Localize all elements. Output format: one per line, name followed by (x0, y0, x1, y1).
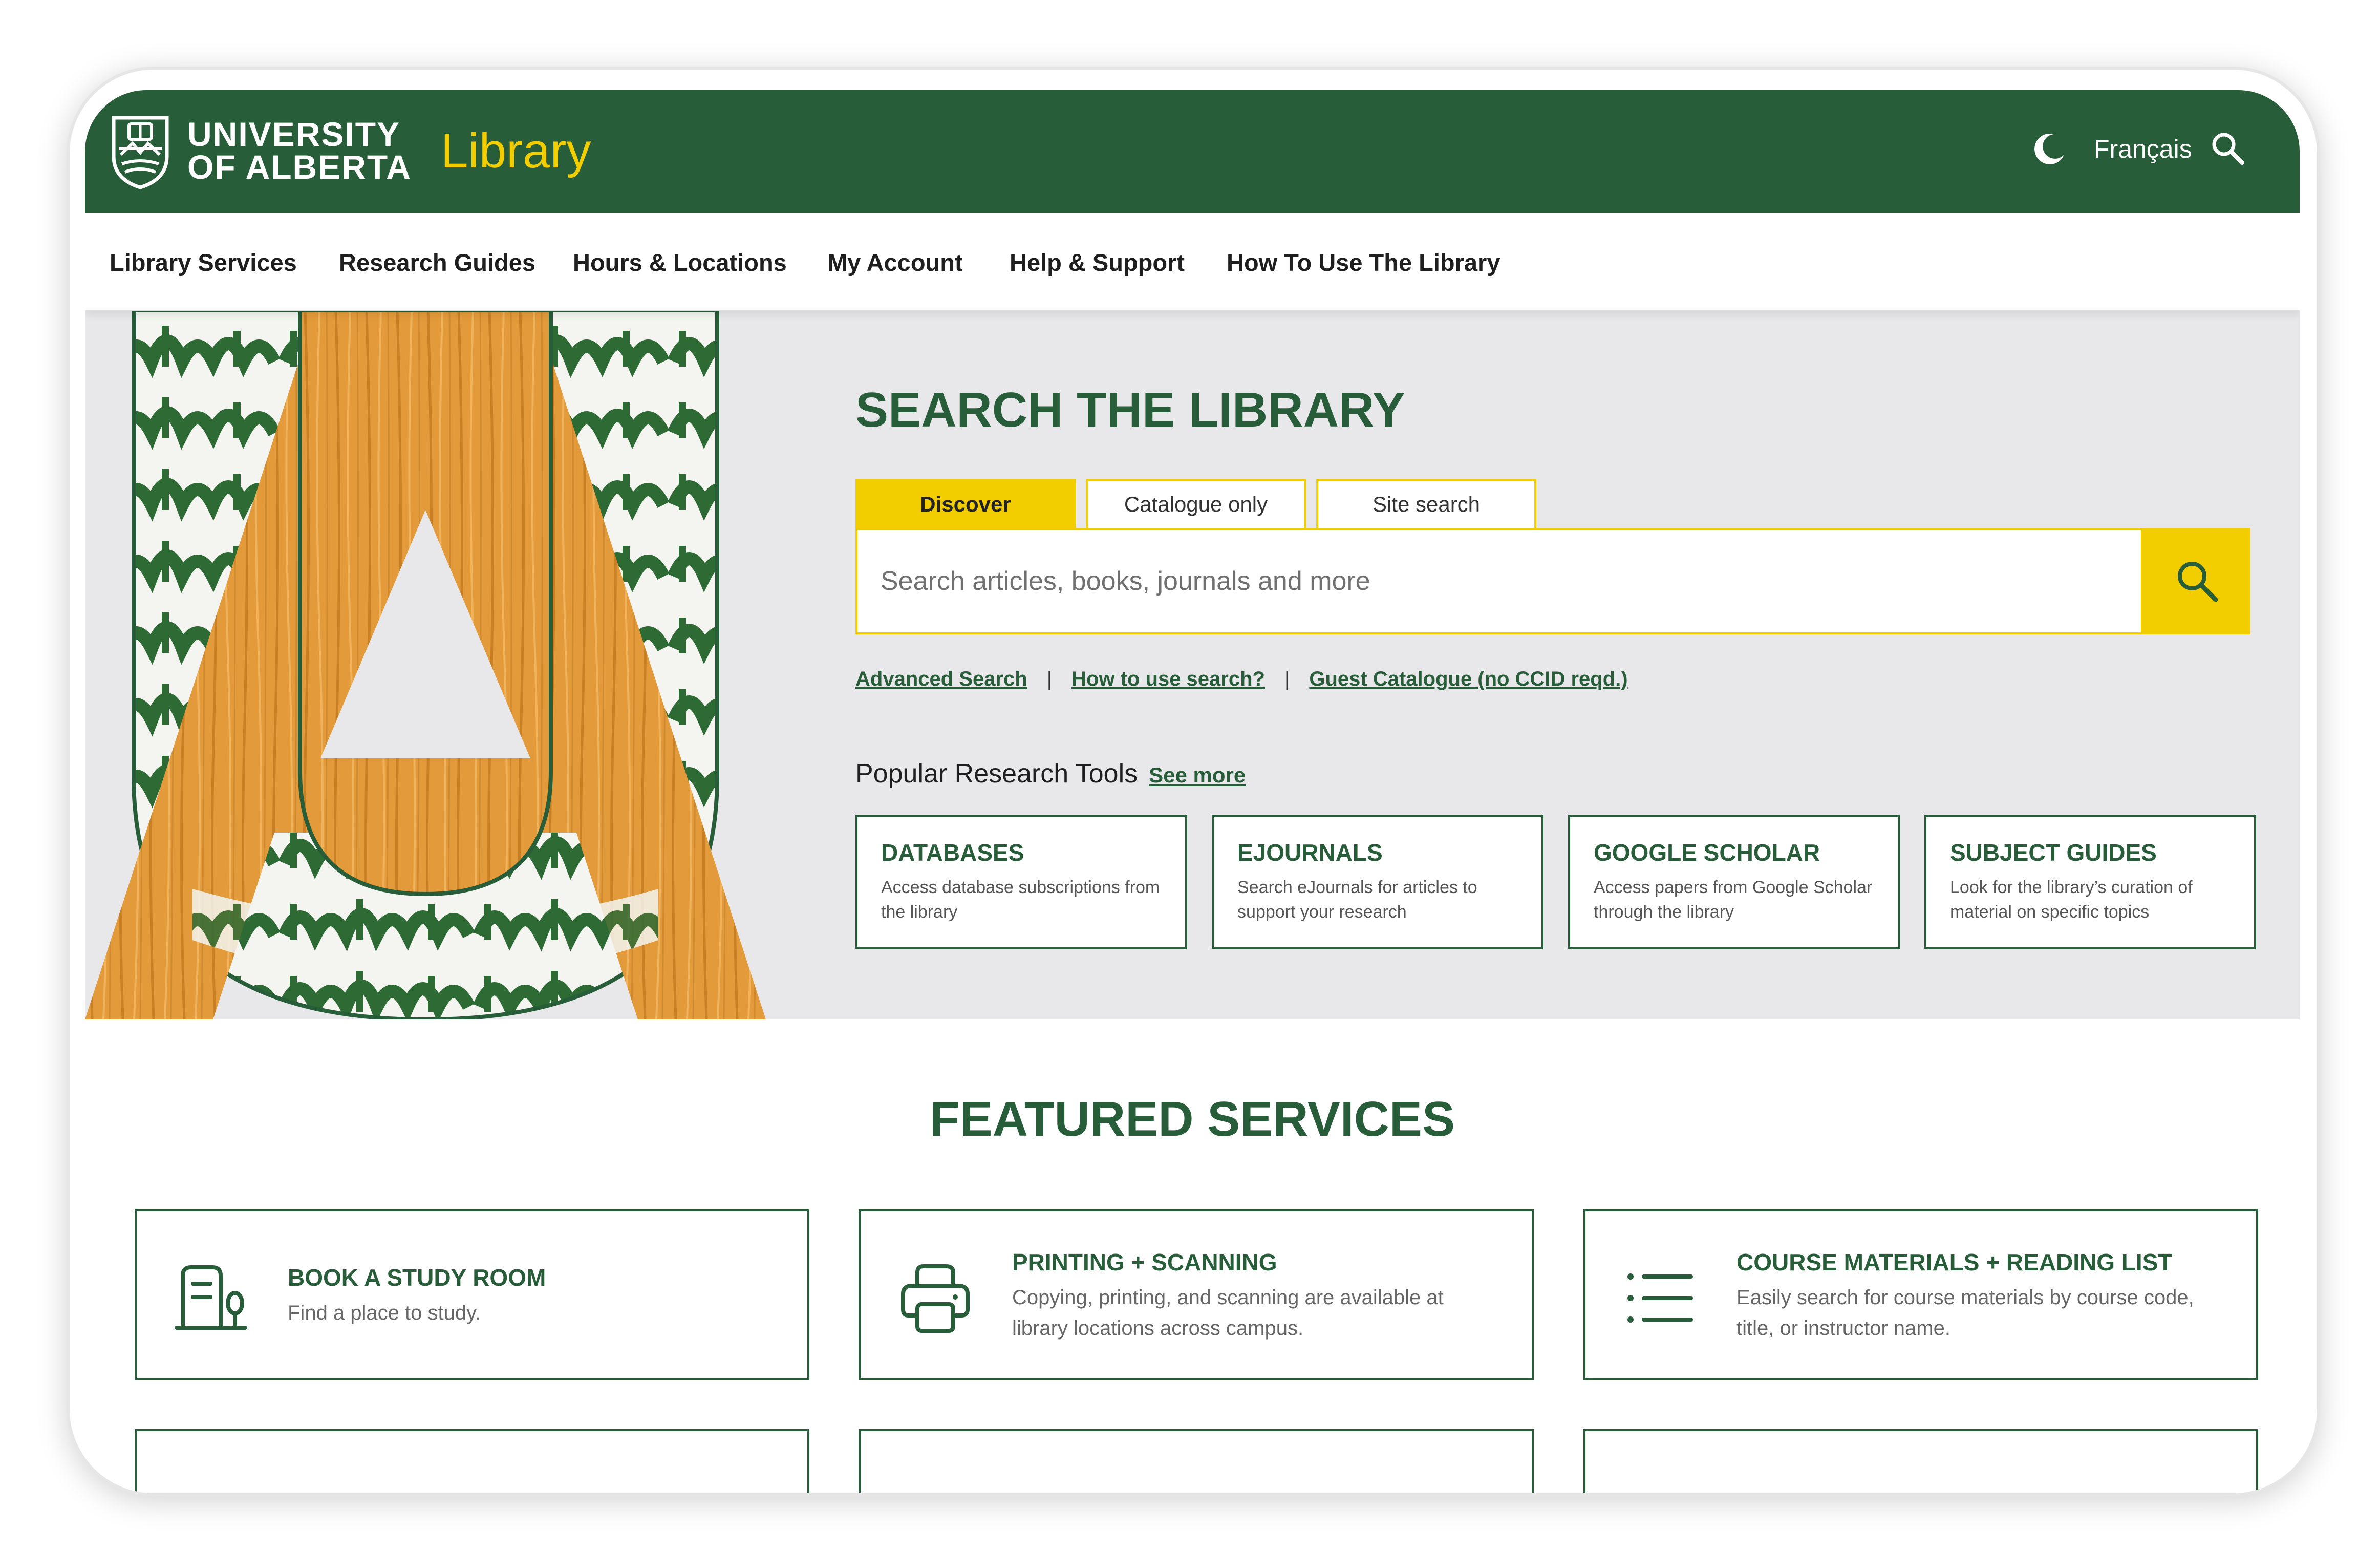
tool-card-title: SUBJECT GUIDES (1950, 839, 2157, 866)
search-section-title: SEARCH THE LIBRARY (855, 383, 1405, 437)
service-card-partial[interactable] (859, 1429, 1534, 1493)
service-card-title: COURSE MATERIALS + READING LIST (1736, 1248, 2173, 1276)
service-card-course-materials[interactable]: COURSE MATERIALS + READING LIST Easily s… (1583, 1209, 2258, 1380)
search-icon[interactable] (2210, 130, 2246, 167)
search-submit-button[interactable] (2143, 528, 2250, 634)
how-to-use-search-link[interactable]: How to use search? (1071, 668, 1265, 690)
service-card-printing-scanning[interactable]: PRINTING + SCANNING Copying, printing, a… (859, 1209, 1534, 1380)
search-hero: SEARCH THE LIBRARY Discover Catalogue on… (85, 310, 2300, 1019)
dark-mode-moon-icon[interactable] (2031, 131, 2067, 167)
link-separator: | (1284, 668, 1290, 690)
tool-card-title: DATABASES (881, 839, 1024, 866)
site-header: UNIVERSITY OF ALBERTA Library Français (85, 90, 2300, 213)
study-room-icon (175, 1265, 247, 1330)
service-card-desc: Copying, printing, and scanning are avai… (1012, 1286, 1444, 1340)
university-line-2: OF ALBERTA (187, 148, 412, 186)
see-more-link[interactable]: See more (1149, 763, 1246, 787)
tab-discover[interactable]: Discover (855, 479, 1076, 528)
nav-my-account[interactable]: My Account (827, 245, 963, 281)
service-card-partial[interactable] (135, 1429, 809, 1493)
tab-site-search[interactable]: Site search (1316, 479, 1536, 528)
service-card-text: PRINTING + SCANNING Copying, printing, a… (1012, 1211, 1501, 1378)
service-card-book-study-room[interactable]: BOOK A STUDY ROOM Find a place to study. (135, 1209, 809, 1380)
university-wordmark[interactable]: UNIVERSITY OF ALBERTA (187, 115, 412, 186)
nav-how-to-use-library[interactable]: How To Use The Library (1227, 245, 1500, 281)
popular-tools-heading: Popular Research Tools See more (855, 758, 1246, 789)
printer-icon (901, 1264, 970, 1333)
hero-u-a-illustration (85, 310, 766, 1019)
library-search-input[interactable] (857, 530, 2141, 632)
tool-card-google-scholar[interactable]: GOOGLE SCHOLAR Access papers from Google… (1568, 815, 1900, 949)
advanced-search-link[interactable]: Advanced Search (855, 668, 1027, 690)
nav-hours-locations[interactable]: Hours & Locations (573, 245, 787, 281)
service-card-desc: Easily search for course materials by co… (1736, 1286, 2194, 1340)
browser-viewport: UNIVERSITY OF ALBERTA Library Français L… (85, 90, 2300, 1493)
device-frame: UNIVERSITY OF ALBERTA Library Français L… (67, 67, 2320, 1496)
nav-library-services[interactable]: Library Services (110, 245, 297, 281)
service-card-text: BOOK A STUDY ROOM Find a place to study. (288, 1211, 777, 1378)
tab-catalogue-only[interactable]: Catalogue only (1086, 479, 1306, 528)
service-card-desc: Find a place to study. (288, 1301, 481, 1324)
tool-card-title: GOOGLE SCHOLAR (1594, 839, 1820, 866)
search-help-links: Advanced Search | How to use search? | Guest… (855, 664, 1628, 694)
tool-card-desc: Access papers from Google Scholar throug… (1594, 878, 1873, 922)
tool-card-subject-guides[interactable]: SUBJECT GUIDES Look for the library’s cu… (1924, 815, 2256, 949)
popular-tools-title: Popular Research Tools (855, 759, 1138, 789)
tool-card-title: EJOURNALS (1237, 839, 1383, 866)
link-separator: | (1046, 668, 1053, 690)
nav-help-support[interactable]: Help & Support (1010, 245, 1185, 281)
service-card-title: BOOK A STUDY ROOM (288, 1264, 546, 1291)
university-shield-icon[interactable] (110, 113, 171, 189)
nav-research-guides[interactable]: Research Guides (339, 245, 535, 281)
list-icon (1627, 1273, 1693, 1323)
tool-card-desc: Access database subscriptions from the l… (881, 878, 1160, 922)
service-card-text: COURSE MATERIALS + READING LIST Easily s… (1736, 1211, 2225, 1378)
language-toggle-link[interactable]: Français (2094, 131, 2192, 167)
library-title[interactable]: Library (441, 123, 591, 179)
tool-card-databases[interactable]: DATABASES Access database subscriptions … (855, 815, 1187, 949)
featured-services-title: FEATURED SERVICES (930, 1092, 1455, 1146)
search-icon (2178, 562, 2218, 602)
tool-card-desc: Look for the library’s curation of mater… (1950, 878, 2193, 922)
service-card-partial[interactable] (1583, 1429, 2258, 1493)
main-navigation: Library Services Research Guides Hours &… (85, 213, 2300, 311)
tool-card-ejournals[interactable]: EJOURNALS Search eJournals for articles … (1212, 815, 1543, 949)
guest-catalogue-link[interactable]: Guest Catalogue (no CCID reqd.) (1309, 668, 1627, 690)
university-line-1: UNIVERSITY (187, 115, 401, 153)
tool-card-desc: Search eJournals for articles to support… (1237, 878, 1477, 922)
search-field-container (855, 528, 2143, 634)
service-card-title: PRINTING + SCANNING (1012, 1248, 1277, 1276)
